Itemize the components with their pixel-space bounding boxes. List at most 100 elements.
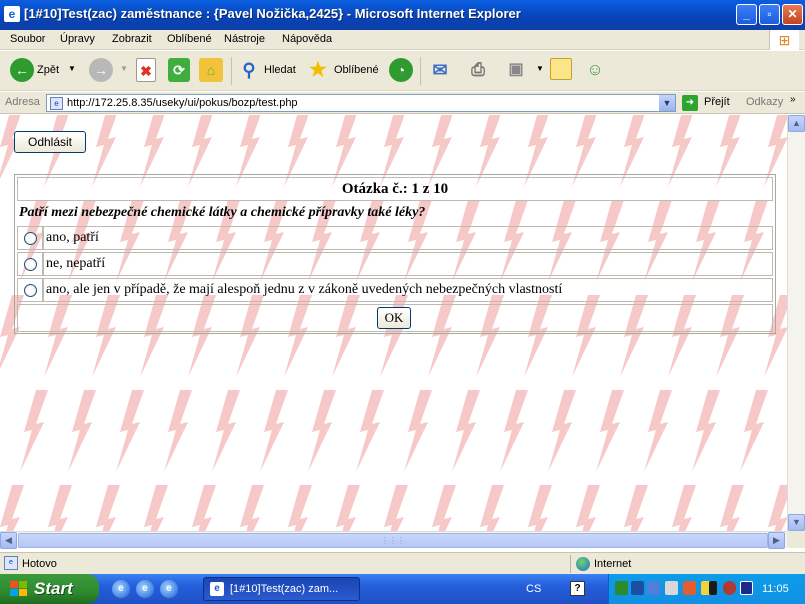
menu-edit[interactable]: Úpravy [60,33,95,45]
search-icon[interactable]: ⚲ [237,58,261,82]
vertical-scrollbar[interactable]: ▲ ▼ [787,115,805,548]
mail-icon[interactable]: ✉ [428,58,452,82]
scroll-corner [787,531,805,548]
forward-arrow-icon[interactable]: → [89,58,113,82]
lightning-bolt [548,390,576,472]
answer-row: ne, nepatří [43,252,773,276]
lightning-bolt [768,485,787,531]
discuss-note-icon[interactable] [550,58,572,80]
home-icon[interactable]: ⌂ [199,58,223,82]
go-button[interactable]: Přejít [704,96,730,108]
menu-tools[interactable]: Nástroje [224,33,265,45]
tray-media-icon[interactable] [740,581,753,595]
answer-radio-3[interactable] [24,284,37,297]
lightning-bolt [48,485,72,531]
scroll-left-icon[interactable]: ◀ [0,532,17,549]
search-button-label[interactable]: Hledat [264,64,296,76]
go-arrow-icon[interactable]: ➜ [682,95,698,111]
scroll-right-icon[interactable]: ▶ [768,532,785,549]
back-dropdown-icon[interactable]: ▼ [68,64,76,73]
tray-security-icon[interactable] [683,581,696,595]
edit-icon[interactable]: ▣ [504,58,528,82]
answer-radio-1[interactable] [24,232,37,245]
refresh-icon[interactable]: ⟳ [168,58,190,82]
window-title: [1#10]Test(zac) zaměstnance : {Pavel Nož… [24,6,521,21]
tray-network-icon[interactable] [615,581,628,595]
address-dropdown-icon[interactable]: ▼ [659,95,675,111]
windows-logo-icon: ⊞ [769,30,799,50]
lightning-bolt [432,485,456,531]
history-icon[interactable]: ◔ [389,58,413,82]
tray-volume-icon[interactable] [665,581,678,595]
lightning-bolt [596,390,624,472]
taskbar-item-label: [1#10]Test(zac) zam... [230,583,339,595]
language-indicator[interactable]: CS [526,583,541,595]
lightning-bolt [240,485,264,531]
address-label: Adresa [5,96,40,108]
tray-antivirus-icon[interactable] [723,581,736,595]
address-url[interactable]: http://172.25.8.35/useky/ui/pokus/bozp/t… [67,97,298,109]
address-input[interactable]: e http://172.25.8.35/useky/ui/pokus/bozp… [46,94,676,112]
back-button-label[interactable]: Zpět [37,64,59,76]
windows-flag-icon [10,581,27,596]
lightning-bolt [260,390,288,472]
stop-icon[interactable]: ✖ [136,58,156,82]
lightning-bolt [308,390,336,472]
start-button[interactable]: Start [0,574,99,604]
menu-help[interactable]: Nápověda [282,33,332,45]
answer-label-3[interactable]: ano, ale jen v případě, že mají alespoň … [46,282,562,298]
links-button[interactable]: Odkazy [746,96,783,108]
answer-radio-2[interactable] [24,258,37,271]
taskbar-item-ie[interactable]: e [1#10]Test(zac) zam... [203,577,360,601]
print-icon[interactable]: ⎙ [466,58,490,82]
question-text: Patří mezi nebezpečné chemické látky a c… [19,205,426,220]
favorites-button-label[interactable]: Oblíbené [334,64,379,76]
edit-dropdown-icon[interactable]: ▼ [536,64,544,73]
page-icon: e [50,97,63,110]
answer-row: ano, ale jen v případě, že mají alespoň … [43,278,773,302]
close-button[interactable]: ✕ [782,4,803,25]
back-arrow-icon[interactable]: ← [10,58,34,82]
horizontal-scrollbar[interactable]: ◀ ⋮⋮⋮ ▶ [0,531,787,549]
answer-radio-cell [17,278,43,302]
logout-button[interactable]: Odhlásit [14,131,86,153]
lightning-bolt [164,390,192,472]
status-bar: e Hotovo Internet [0,552,805,574]
help-icon[interactable]: ? [570,581,585,596]
scroll-up-icon[interactable]: ▲ [788,115,805,132]
chevron-right-icon[interactable]: » [790,94,796,105]
lightning-bolt [212,390,240,472]
clock: 11:05 [762,583,789,595]
horizontal-scroll-thumb[interactable]: ⋮⋮⋮ [18,533,768,548]
menu-file[interactable]: Soubor [10,33,45,45]
toolbar-separator [231,57,232,85]
page-icon: e [4,556,18,570]
answer-radio-cell [17,252,43,276]
ie-icon: e [210,582,224,596]
maximize-button[interactable]: ▫ [759,4,780,25]
minimize-button[interactable]: _ [736,4,757,25]
answer-label-1[interactable]: ano, patří [46,230,99,246]
messenger-icon[interactable]: ☺ [583,58,607,82]
scroll-down-icon[interactable]: ▼ [788,514,805,531]
ok-button[interactable]: OK [377,307,411,329]
tray-monitor-icon[interactable] [647,581,660,595]
lightning-bolt [68,390,96,472]
lightning-bolt [404,390,432,472]
title-bar: e [1#10]Test(zac) zaměstnance : {Pavel N… [0,0,805,30]
menu-favorites[interactable]: Oblíbené [167,33,212,45]
quicklaunch-ie2-icon[interactable]: e [160,580,178,598]
lightning-bolt [740,390,768,472]
tray-display-icon[interactable] [631,581,644,595]
answer-label-2[interactable]: ne, nepatří [46,256,105,272]
lightning-bolt [720,485,744,531]
tray-app2-icon[interactable] [709,581,717,595]
lightning-bolt [452,390,480,472]
status-separator [570,555,571,573]
favorites-star-icon[interactable]: ★ [306,58,330,82]
quicklaunch-icon[interactable]: e [112,580,130,598]
forward-dropdown-icon[interactable]: ▼ [120,64,128,73]
toolbar-separator [420,57,421,85]
quicklaunch-ie-icon[interactable]: e [136,580,154,598]
menu-view[interactable]: Zobrazit [112,33,152,45]
